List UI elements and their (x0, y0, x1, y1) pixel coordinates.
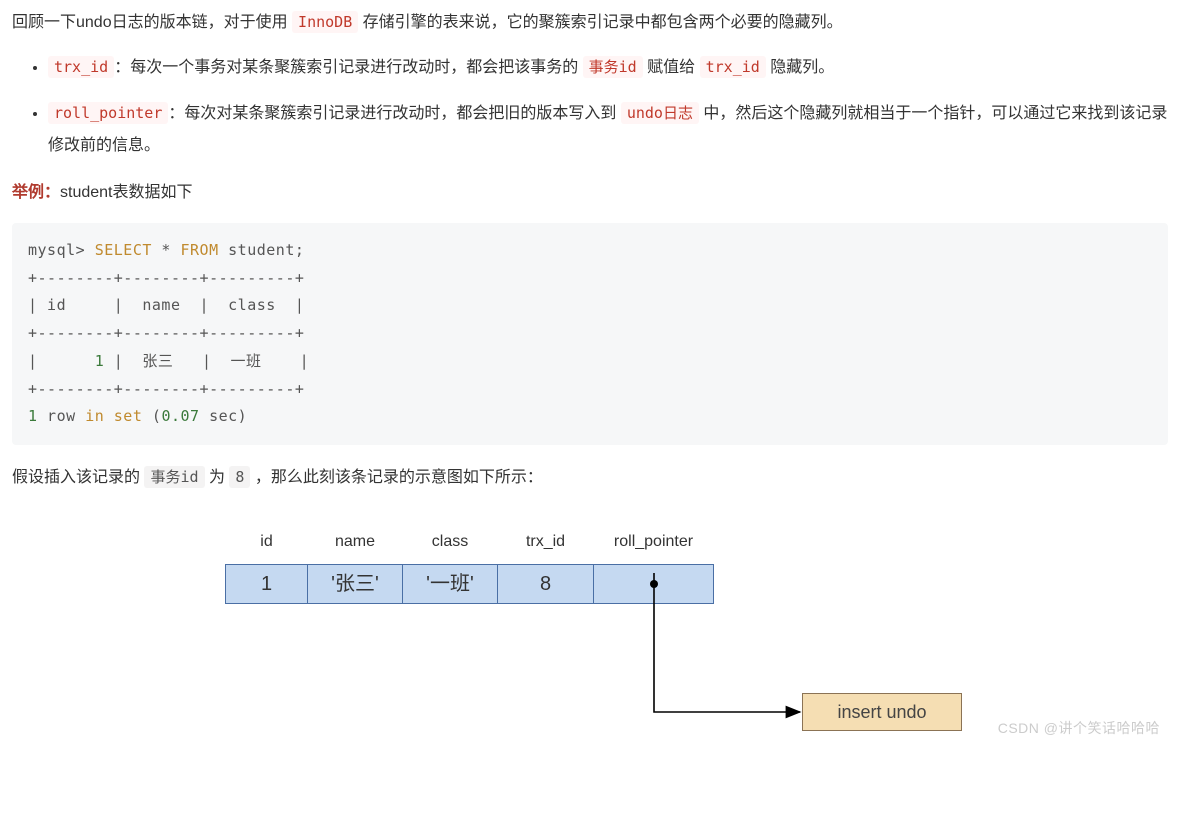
code-eight: 8 (229, 466, 250, 488)
code-transaction-id: 事务id (144, 466, 204, 488)
header-rollpointer: roll_pointer (594, 523, 714, 564)
code-innodb: InnoDB (292, 11, 358, 33)
assume-text: 假设插入该记录的 (12, 469, 144, 486)
example-label: 举例： (12, 184, 60, 201)
assumption-paragraph: 假设插入该记录的 事务id 为 8 ，那么此刻该条记录的示意图如下所示： (12, 463, 1168, 493)
table-data-row: 1 '张三' '一班' 8 (226, 564, 714, 603)
bullet-text: ：每次一个事务对某条聚簇索引记录进行改动时，都会把该事务的 (114, 59, 582, 76)
header-class: class (403, 523, 498, 564)
watermark-text: CSDN @讲个笑话哈哈哈 (998, 715, 1160, 742)
code-trxid: trx_id (700, 56, 766, 78)
assume-text: 为 (205, 469, 230, 486)
insert-undo-label: insert undo (837, 695, 926, 729)
code-undolog: undo日志 (621, 102, 699, 124)
header-trxid: trx_id (498, 523, 594, 564)
bullet-list: trx_id：每次一个事务对某条聚簇索引记录进行改动时，都会把该事务的 事务id… (12, 52, 1168, 162)
cell-name: '张三' (308, 564, 403, 603)
record-table: id name class trx_id roll_pointer 1 '张三'… (225, 523, 714, 603)
example-desc: student表数据如下 (60, 184, 193, 201)
header-name: name (308, 523, 403, 564)
assume-text: ，那么此刻该条记录的示意图如下所示： (250, 469, 542, 486)
code-trxid: trx_id (48, 56, 114, 78)
insert-undo-box: insert undo (802, 693, 962, 731)
cell-rollpointer (594, 564, 714, 603)
intro-prefix: 回顾一下undo日志的版本链，对于使用 (12, 14, 292, 31)
bullet-item-rollpointer: roll_pointer：每次对某条聚簇索引记录进行改动时，都会把旧的版本写入到… (48, 98, 1168, 162)
code-transaction-id: 事务id (583, 56, 643, 78)
intro-paragraph: 回顾一下undo日志的版本链，对于使用 InnoDB 存储引擎的表来说，它的聚簇… (12, 8, 1168, 38)
sql-codeblock: mysql> SELECT * FROM student; +--------+… (12, 223, 1168, 445)
bullet-item-trxid: trx_id：每次一个事务对某条聚簇索引记录进行改动时，都会把该事务的 事务id… (48, 52, 1168, 84)
cell-trxid: 8 (498, 564, 594, 603)
intro-suffix: 存储引擎的表来说，它的聚簇索引记录中都包含两个必要的隐藏列。 (358, 14, 842, 31)
code-rollpointer: roll_pointer (48, 102, 168, 124)
bullet-text: 赋值给 (643, 59, 700, 76)
bullet-text: ：每次对某条聚簇索引记录进行改动时，都会把旧的版本写入到 (168, 105, 620, 122)
record-diagram: id name class trx_id roll_pointer 1 '张三'… (12, 523, 1168, 743)
header-id: id (226, 523, 308, 564)
cell-class: '一班' (403, 564, 498, 603)
bullet-text: 隐藏列。 (766, 59, 834, 76)
cell-id: 1 (226, 564, 308, 603)
example-heading: 举例：student表数据如下 (12, 178, 1168, 208)
pointer-dot-icon (650, 580, 658, 588)
table-header-row: id name class trx_id roll_pointer (226, 523, 714, 564)
